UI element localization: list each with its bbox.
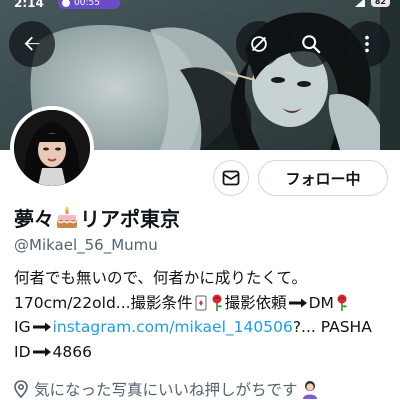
profile-bio: 何者でも無いので、何者かに成りたくて。 170cm/22old...撮影条件 撮… [14,266,394,364]
rose-icon [212,294,222,311]
more-vertical-icon [365,35,369,53]
arrow-right-icon [288,298,307,308]
bio-text-1: 何者でも無いので、何者かに成りたくて。 [14,269,307,287]
rose-icon [337,294,347,311]
bio-text-2a: 170cm/22old...撮影条件 [14,293,193,312]
profile-location: 気になった写真にいいね押しがちです [14,378,320,400]
avatar-photo [14,110,90,186]
user-handle: @Mikael_56_Mumu [14,236,158,254]
bio-line-4: ID 4866 [14,340,394,365]
cake-icon [57,206,77,228]
arrow-right-icon [32,347,51,357]
hide-media-button[interactable] [236,21,282,67]
profile-avatar[interactable] [10,106,94,190]
status-bar: 2:14 00:55 82 [0,0,400,12]
display-name: 夢々 リアポ東京 [14,203,180,232]
status-icons: 82 [354,0,390,7]
bio-line-2: 170cm/22old...撮影条件 撮影依頼 DM [14,291,394,316]
media-pill-time: 00:55 [74,0,100,8]
bio-line-1: 何者でも無いので、何者かに成りたくて。 [14,266,394,291]
map-pin-icon [14,380,28,398]
search-button[interactable] [288,21,334,67]
bio-line-3: IG instagram.com/mikael_140506 ?... PASH… [14,315,394,340]
bio-text-3b: ?... PASHA [292,318,372,336]
bio-text-2b: 撮影依頼 [224,293,287,312]
location-text: 気になった写真にいいね押しがちです [34,381,298,399]
media-pill[interactable]: 00:55 [58,0,120,9]
eye-slash-icon [251,36,267,52]
playing-card-icon [195,295,207,311]
back-button[interactable] [9,21,55,67]
display-name-part2: リアポ東京 [80,207,180,231]
arrow-right-icon [32,322,51,332]
message-button[interactable] [213,160,249,196]
status-time: 2:14 [14,0,44,10]
record-dot-icon [62,0,70,7]
arrow-left-icon [24,36,40,51]
battery-icon: 82 [370,0,390,7]
bio-text-4b: 4866 [52,342,92,361]
bio-text-2c: DM [308,293,334,312]
display-name-part1: 夢々 [14,207,54,231]
signal-icon [354,0,365,7]
more-options-button[interactable] [344,21,390,67]
following-button[interactable]: フォロー中 [258,160,388,196]
search-icon [302,35,321,54]
instagram-link[interactable]: instagram.com/mikael_140506 [53,315,293,340]
bio-text-3a: IG [14,318,31,336]
woman-gesture-icon [302,381,317,399]
bio-text-4a: ID [14,342,31,361]
envelope-icon [222,170,240,186]
